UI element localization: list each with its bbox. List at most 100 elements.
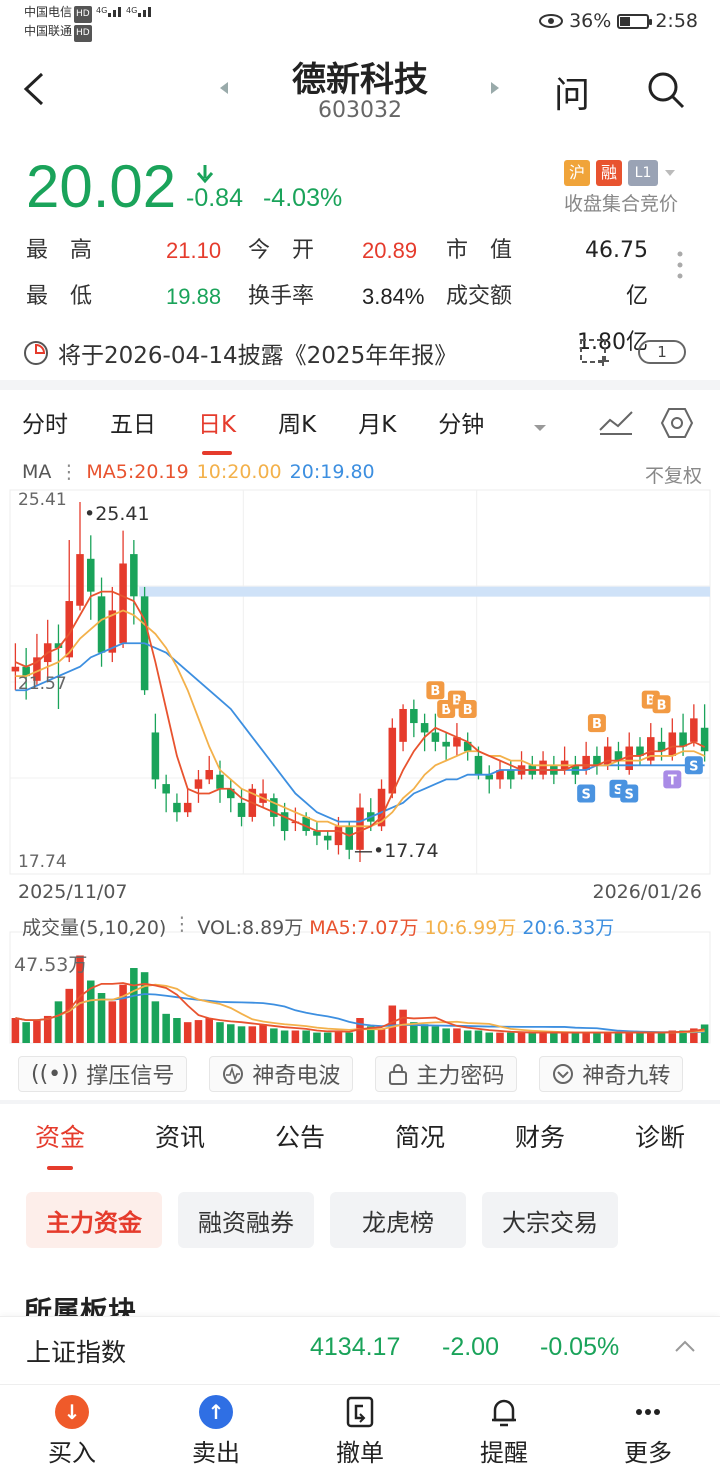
amount-label: 成交额 bbox=[446, 284, 513, 309]
signal-marker-label: S bbox=[625, 787, 634, 802]
tab-weekly-k[interactable]: 周K bbox=[278, 405, 316, 439]
date-end: 2026/01/26 bbox=[592, 881, 702, 903]
vol-ma5: MA5:7.07万 bbox=[309, 917, 419, 939]
search-icon[interactable] bbox=[646, 70, 686, 110]
volume-bar bbox=[420, 1024, 429, 1043]
volume-bar bbox=[11, 1018, 20, 1043]
support-pressure-button[interactable]: ((•)) 撑压信号 bbox=[18, 1056, 188, 1092]
svg-text:4G: 4G bbox=[126, 6, 137, 15]
volume-bar bbox=[323, 1032, 332, 1043]
volume-bar bbox=[593, 1032, 601, 1043]
more-icon bbox=[636, 1409, 660, 1415]
next-stock-icon[interactable] bbox=[489, 80, 501, 96]
volume-bar bbox=[647, 1032, 655, 1043]
carrier-1: 中国电信 bbox=[24, 5, 73, 19]
tab-minute-label: 分钟 bbox=[438, 412, 485, 438]
volume-bar bbox=[507, 1032, 515, 1043]
candle-body bbox=[216, 774, 224, 789]
support-band bbox=[139, 586, 710, 597]
tab-minute[interactable]: 分钟 bbox=[438, 405, 546, 439]
kline-chart[interactable]: BBBBSBS SB BTS bbox=[0, 488, 720, 1058]
date-start: 2025/11/07 bbox=[18, 881, 128, 903]
hd-badge: HD bbox=[74, 6, 92, 23]
candle-body bbox=[151, 732, 160, 780]
more-label: 更多 bbox=[624, 1439, 672, 1467]
volume-bar bbox=[442, 1028, 450, 1043]
mcap-label: 市 值 bbox=[446, 238, 513, 263]
candle-body bbox=[442, 741, 450, 747]
sh-badge: 沪 bbox=[564, 160, 590, 186]
report-notice[interactable]: 将于2026-04-14披露《2025年年报》 bbox=[22, 336, 457, 370]
tab-financials[interactable]: 财务 bbox=[515, 1118, 565, 1154]
tab-profile[interactable]: 简况 bbox=[395, 1118, 445, 1154]
price-change-pct: -4.03% bbox=[262, 184, 343, 212]
magic-wave-label: 神奇电波 bbox=[252, 1064, 341, 1089]
adjust-mode[interactable]: 不复权 bbox=[645, 461, 702, 488]
high-value: 21.10 bbox=[166, 238, 222, 263]
candle-body bbox=[237, 802, 246, 817]
volume-bar bbox=[194, 1020, 203, 1043]
ask-question-icon[interactable]: 问 bbox=[554, 66, 590, 118]
tab-intraday[interactable]: 分时 bbox=[22, 405, 68, 439]
magic-nine-label: 神奇九转 bbox=[582, 1064, 671, 1089]
volume-bar bbox=[603, 1032, 612, 1043]
chart-style-icon[interactable] bbox=[598, 408, 634, 436]
down-arrow-icon bbox=[196, 165, 214, 184]
tab-five-day[interactable]: 五日 bbox=[110, 405, 156, 439]
stats-labels-1: 最 高 最 低 bbox=[26, 228, 92, 320]
candle-body bbox=[323, 835, 332, 841]
ma-menu-icon[interactable]: ⋮ bbox=[59, 461, 78, 483]
tab-news[interactable]: 资讯 bbox=[155, 1118, 205, 1154]
chip-dragon-tiger[interactable]: 龙虎榜 bbox=[330, 1192, 466, 1248]
magic-nine-button[interactable]: 神奇九转 bbox=[539, 1056, 684, 1092]
alert-button[interactable]: 提醒 bbox=[449, 1385, 559, 1480]
magic-wave-button[interactable]: 神奇电波 bbox=[209, 1056, 354, 1092]
section-divider bbox=[0, 1100, 720, 1104]
tab-daily-k[interactable]: 日K bbox=[198, 405, 236, 455]
tab-diagnosis[interactable]: 诊断 bbox=[635, 1118, 685, 1154]
volume-bar bbox=[463, 1030, 472, 1043]
tab-funds[interactable]: 资金 bbox=[35, 1118, 85, 1170]
report-icon bbox=[24, 341, 48, 365]
section-divider bbox=[0, 380, 720, 390]
level-badge[interactable]: L1 bbox=[628, 160, 658, 186]
volume-bar bbox=[259, 1024, 267, 1043]
volume-bar bbox=[474, 1030, 483, 1043]
vol-menu-icon[interactable]: ⋮ bbox=[172, 913, 191, 940]
more-button[interactable]: 更多 bbox=[593, 1385, 703, 1480]
stats-values-2: 20.89 3.84% bbox=[362, 228, 424, 320]
volume-bar bbox=[108, 1001, 117, 1043]
radio-icon: ((•)) bbox=[31, 1061, 79, 1087]
ma5-value: MA5:20.19 bbox=[86, 461, 189, 483]
volume-bar bbox=[399, 1009, 407, 1043]
candle-body bbox=[690, 718, 698, 742]
candle-body bbox=[97, 596, 106, 653]
cancel-order-button[interactable]: 撤单 bbox=[305, 1385, 415, 1480]
tab-announcements[interactable]: 公告 bbox=[275, 1118, 325, 1154]
sell-label: 卖出 bbox=[192, 1439, 240, 1467]
status-right: 36% 2:58 bbox=[539, 10, 698, 32]
chevron-up-icon[interactable] bbox=[674, 1339, 696, 1353]
tab-monthly-k[interactable]: 月K bbox=[358, 405, 396, 439]
more-dots-icon[interactable] bbox=[676, 250, 684, 282]
bottom-trade-nav: ↓ 买入 ↑ 卖出 撤单 提醒 更多 bbox=[0, 1384, 720, 1480]
index-ticker-bar[interactable]: 上证指数 4134.17 -2.00 -0.05% bbox=[0, 1316, 720, 1380]
chart-settings-icon[interactable] bbox=[660, 406, 694, 440]
candle-body bbox=[334, 826, 343, 846]
sell-button[interactable]: ↑ 卖出 bbox=[161, 1385, 271, 1480]
clock: 2:58 bbox=[655, 10, 698, 32]
auction-note: 收盘集合竞价 bbox=[564, 193, 679, 215]
add-screenshot-icon[interactable] bbox=[578, 336, 612, 366]
index-name: 上证指数 bbox=[26, 1338, 127, 1367]
chip-main-funds[interactable]: 主力资金 bbox=[26, 1192, 162, 1248]
buy-button[interactable]: ↓ 买入 bbox=[17, 1385, 127, 1480]
max-price-marker: •25.41 bbox=[84, 503, 150, 525]
chip-margin-trading[interactable]: 融资融券 bbox=[178, 1192, 314, 1248]
turnover-label: 换手率 bbox=[248, 284, 315, 309]
notice-count[interactable]: 1 bbox=[638, 340, 686, 364]
sell-icon: ↑ bbox=[199, 1395, 233, 1429]
chip-block-trade[interactable]: 大宗交易 bbox=[482, 1192, 618, 1248]
chevron-down-icon[interactable] bbox=[664, 168, 676, 178]
main-force-code-button[interactable]: 主力密码 bbox=[375, 1056, 518, 1092]
bell-icon bbox=[492, 1399, 516, 1427]
